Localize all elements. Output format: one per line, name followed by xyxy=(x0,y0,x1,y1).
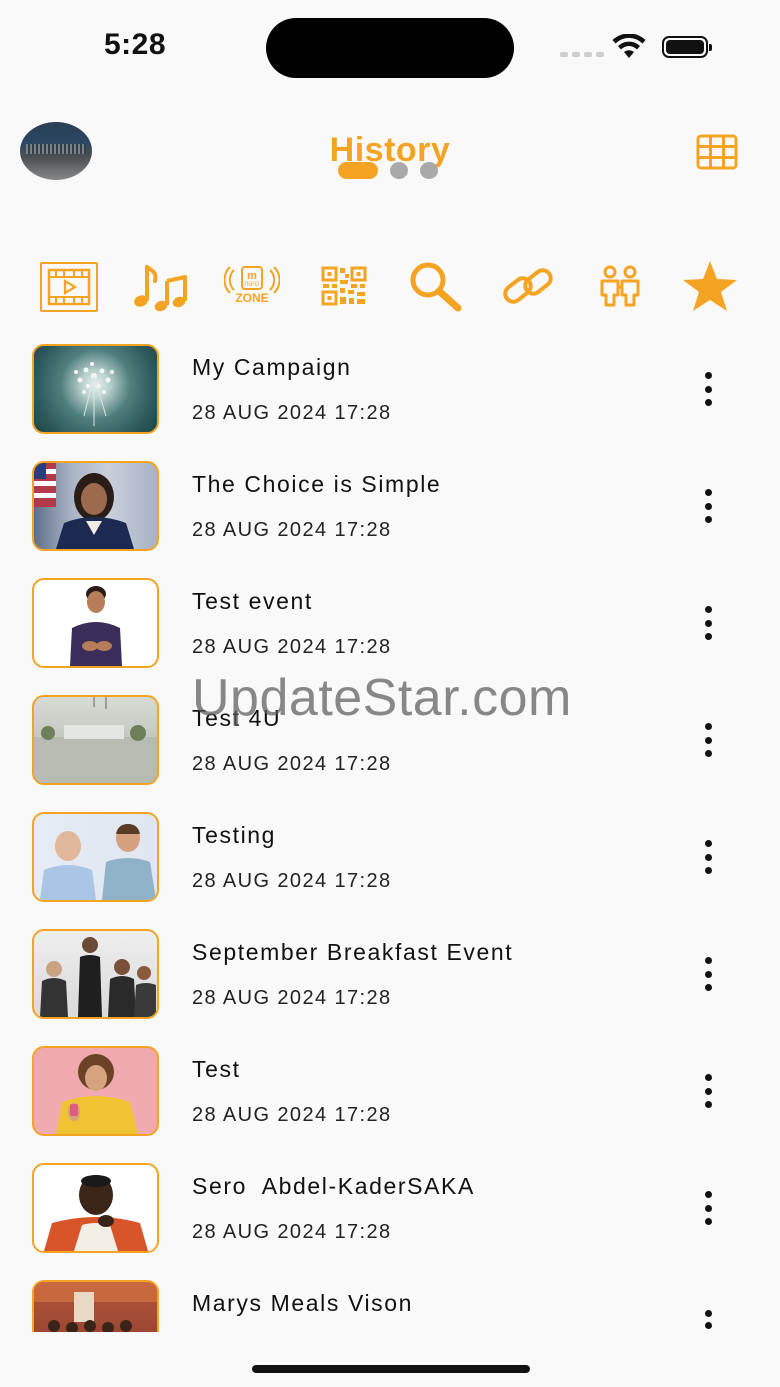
more-options-icon[interactable] xyxy=(694,606,722,640)
history-row[interactable]: Sero Abdel-KaderSAKA 28 AUG 2024 17:28 xyxy=(0,1161,780,1278)
history-item-title: Testing xyxy=(192,822,277,848)
history-item-title: Marys Meals Vison xyxy=(192,1290,414,1316)
history-item-title: Test xyxy=(192,1056,241,1082)
filter-people[interactable] xyxy=(588,256,652,316)
history-item-title: Test 4U xyxy=(192,705,282,731)
link-icon xyxy=(503,268,553,304)
history-list[interactable]: My Campaign 28 AUG 2024 17:28 The Choice… xyxy=(0,342,780,1332)
history-item-title: September Breakfast Event xyxy=(192,939,514,965)
history-row[interactable]: September Breakfast Event 28 AUG 2024 17… xyxy=(0,927,780,1044)
thumbnail xyxy=(32,1280,159,1332)
more-options-icon[interactable] xyxy=(694,723,722,757)
svg-text:INFO: INFO xyxy=(245,282,260,288)
thumbnail xyxy=(32,578,159,668)
wifi-icon xyxy=(612,34,646,58)
status-time: 5:28 xyxy=(104,28,167,61)
more-options-icon[interactable] xyxy=(694,1310,722,1332)
filter-link[interactable] xyxy=(496,256,560,316)
filter-bar: m INFO ZONE xyxy=(0,256,780,316)
history-item-title: Sero Abdel-KaderSAKA xyxy=(192,1173,475,1199)
filter-search[interactable] xyxy=(404,256,468,316)
filter-qr-code[interactable] xyxy=(312,256,376,316)
history-row[interactable]: Test 4U 28 AUG 2024 17:28 xyxy=(0,693,780,810)
history-row[interactable]: Test event 28 AUG 2024 17:28 xyxy=(0,576,780,693)
more-options-icon[interactable] xyxy=(694,489,722,523)
filter-music[interactable] xyxy=(128,256,192,316)
page-dot-active[interactable] xyxy=(338,162,378,179)
thumbnail xyxy=(32,812,159,902)
battery-icon xyxy=(662,36,712,58)
more-options-icon[interactable] xyxy=(694,1074,722,1108)
history-item-date: 28 AUG 2024 17:28 xyxy=(192,636,392,658)
history-item-title: My Campaign xyxy=(192,354,352,380)
search-icon xyxy=(410,262,462,312)
history-item-title: Test event xyxy=(192,588,313,614)
svg-text:m: m xyxy=(247,270,257,282)
history-item-date: 28 AUG 2024 17:28 xyxy=(192,519,392,541)
history-item-date: 28 AUG 2024 17:28 xyxy=(192,753,392,775)
history-row[interactable]: Testing 28 AUG 2024 17:28 xyxy=(0,810,780,927)
history-item-title: The Choice is Simple xyxy=(192,471,442,497)
page-dot[interactable] xyxy=(390,162,408,179)
history-item-date: 28 AUG 2024 17:28 xyxy=(192,870,392,892)
status-bar: 5:28 xyxy=(0,0,780,95)
star-icon xyxy=(683,261,737,311)
thumbnail xyxy=(32,695,159,785)
more-options-icon[interactable] xyxy=(694,957,722,991)
filter-info-zone[interactable]: m INFO ZONE xyxy=(220,256,284,316)
info-zone-icon: m INFO ZONE xyxy=(224,266,280,305)
history-row[interactable]: Marys Meals Vison xyxy=(0,1278,780,1332)
history-item-date: 28 AUG 2024 17:28 xyxy=(192,402,392,424)
history-item-date: 28 AUG 2024 17:28 xyxy=(192,1104,392,1126)
dynamic-island xyxy=(266,18,514,78)
thumbnail xyxy=(32,344,159,434)
filter-video[interactable] xyxy=(40,262,98,312)
page-dot[interactable] xyxy=(420,162,438,179)
filter-favorites[interactable] xyxy=(678,256,742,316)
svg-text:ZONE: ZONE xyxy=(235,291,268,305)
history-item-date: 28 AUG 2024 17:28 xyxy=(192,1221,392,1243)
page-indicator[interactable] xyxy=(338,162,438,179)
thumbnail xyxy=(32,1163,159,1253)
thumbnail xyxy=(32,929,159,1019)
history-row[interactable]: Test 28 AUG 2024 17:28 xyxy=(0,1044,780,1161)
home-indicator[interactable] xyxy=(252,1365,530,1373)
people-icon xyxy=(600,265,640,307)
history-row[interactable]: My Campaign 28 AUG 2024 17:28 xyxy=(0,342,780,459)
more-options-icon[interactable] xyxy=(694,840,722,874)
thumbnail xyxy=(32,461,159,551)
grid-view-icon[interactable] xyxy=(696,134,738,170)
more-options-icon[interactable] xyxy=(694,1191,722,1225)
thumbnail xyxy=(32,1046,159,1136)
video-icon xyxy=(47,268,91,306)
more-options-icon[interactable] xyxy=(694,372,722,406)
cellular-signal-icon xyxy=(560,52,604,57)
qr-code-icon xyxy=(321,266,367,306)
music-icon xyxy=(134,265,187,312)
history-row[interactable]: The Choice is Simple 28 AUG 2024 17:28 xyxy=(0,459,780,576)
history-item-date: 28 AUG 2024 17:28 xyxy=(192,987,392,1009)
